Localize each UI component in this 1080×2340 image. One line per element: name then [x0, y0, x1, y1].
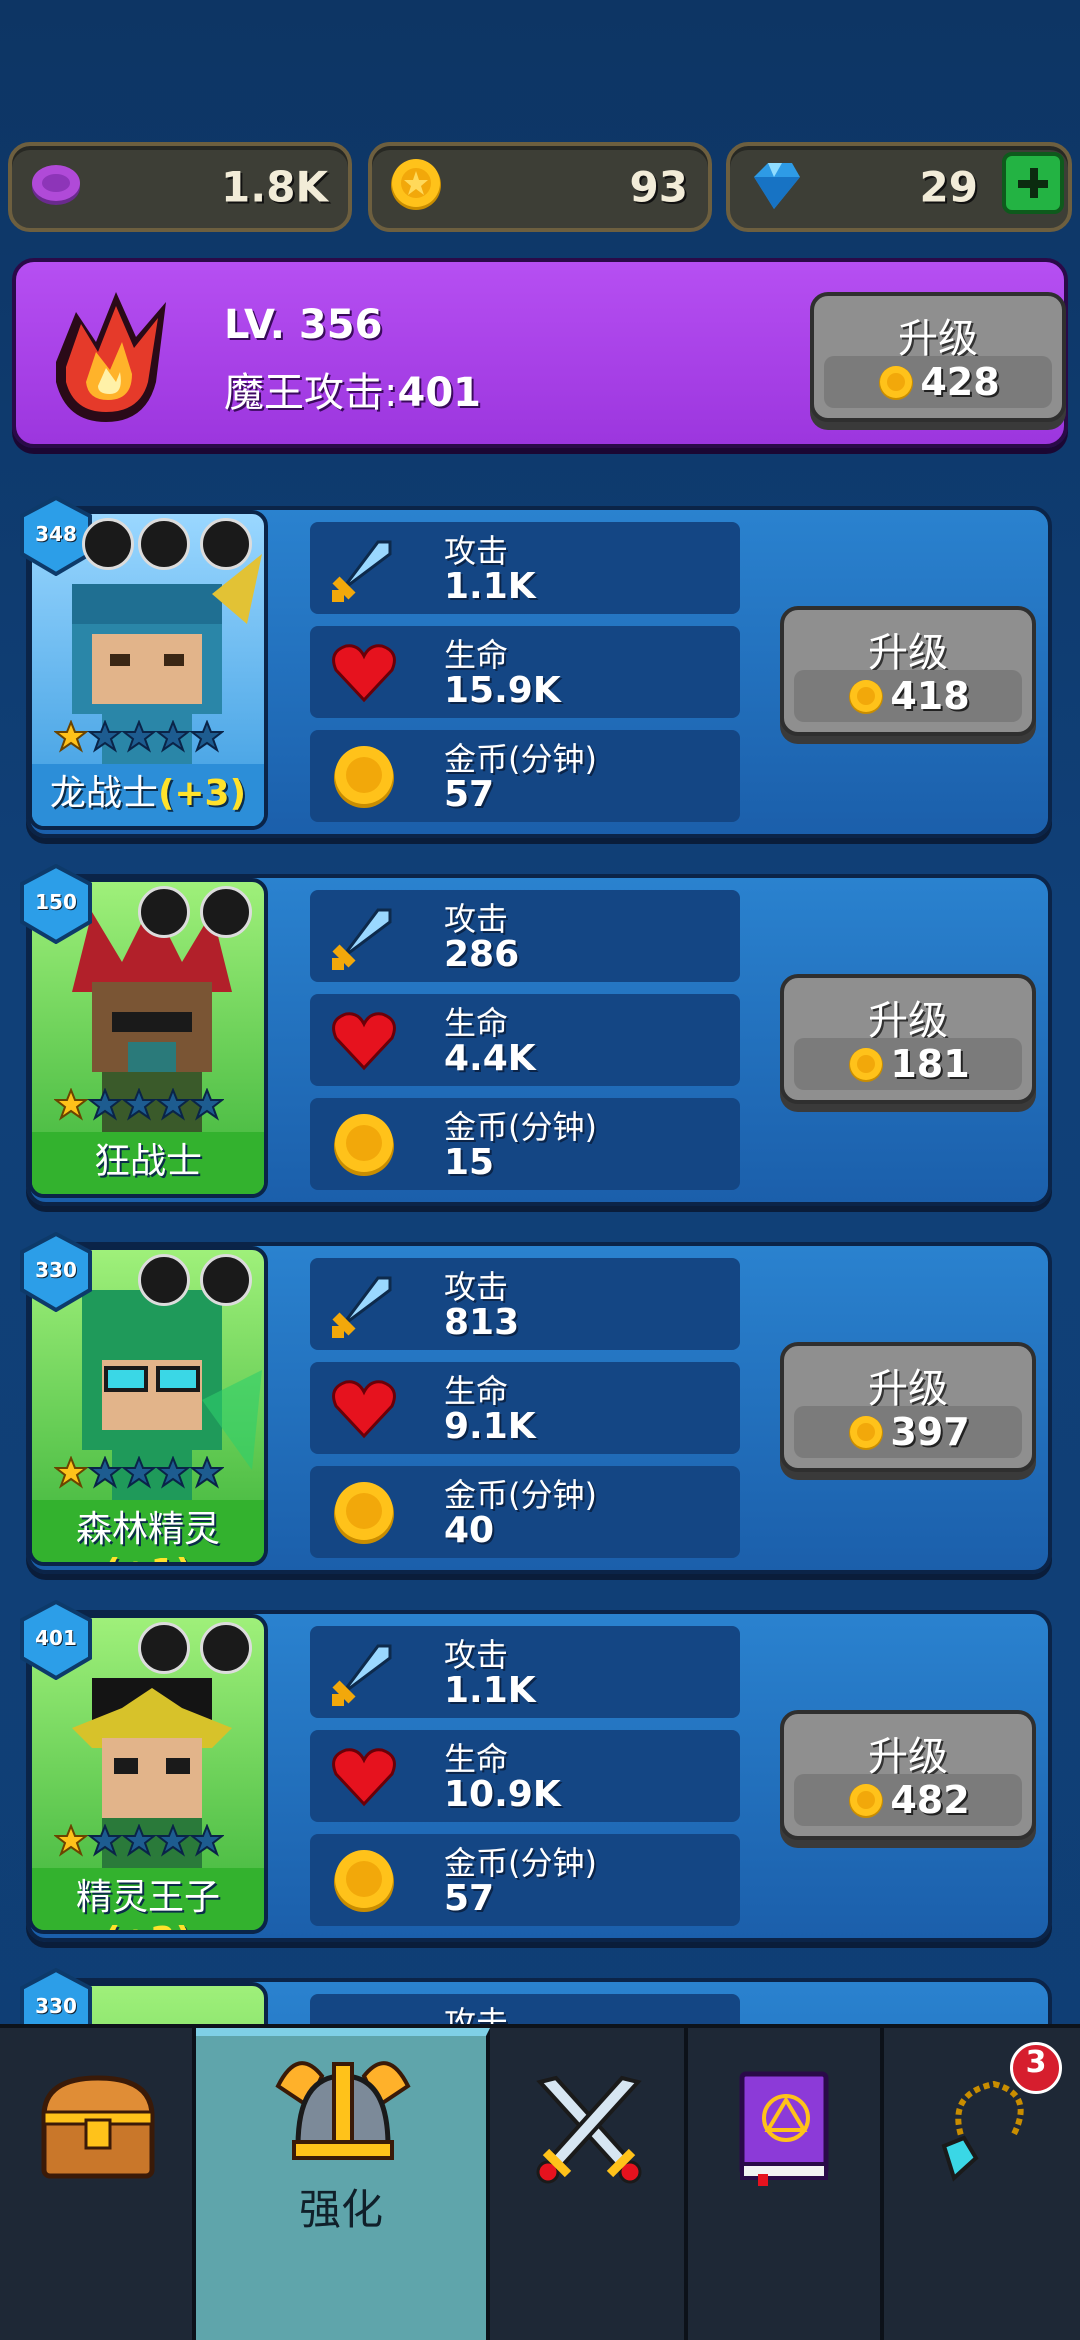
hero-row: 森林精灵(+1) 330 攻击 813 生命 9.1K 金币(分钟) 40 升级… [20, 1231, 1052, 1574]
coin-icon [849, 680, 884, 714]
sword-class-icon [200, 886, 252, 938]
demon-king-attack: 魔王攻击:401 [224, 370, 481, 416]
sword-icon [328, 1268, 400, 1344]
viking-helmet-icon [268, 2046, 418, 2170]
elf-class-icon [138, 1254, 190, 1306]
star-rating [54, 720, 224, 754]
tab-enhance[interactable]: 强化 [196, 2028, 490, 2340]
hp-stat: 生命 10.9K [310, 1730, 740, 1822]
coin-icon [328, 740, 400, 816]
demon-king-level: LV. 356 [224, 302, 383, 348]
sword-icon [328, 900, 400, 976]
tab-codex[interactable] [688, 2028, 884, 2340]
notification-badge: 3 [1010, 2042, 1062, 2094]
hammer-class-icon [200, 1254, 252, 1306]
bottom-nav: 强化 3 [0, 2024, 1080, 2340]
gem-icon [744, 155, 808, 219]
dagger-class-icon [200, 1622, 252, 1674]
gold-per-min-stat: 金币(分钟) 57 [310, 730, 740, 822]
hero-level-badge: 401 [16, 1599, 96, 1681]
crossed-swords-icon [526, 2068, 652, 2192]
coin-icon [328, 1108, 400, 1184]
hero-name: 森林精灵(+1) [32, 1500, 264, 1562]
coin-icon [328, 1844, 400, 1920]
gold-value: 93 [629, 162, 688, 212]
flame-icon [36, 282, 196, 436]
gold-coin-icon [386, 155, 446, 219]
orc-class-icon [138, 886, 190, 938]
heart-icon [328, 636, 400, 712]
elf-class-icon [138, 1622, 190, 1674]
amulet-icon [924, 2074, 1034, 2198]
tab-battle[interactable] [490, 2028, 688, 2340]
coin-icon [849, 1048, 884, 1082]
demon-king-upgrade-button[interactable]: 升级 428 [810, 292, 1066, 422]
heart-icon [328, 1004, 400, 1080]
hero-level-badge: 150 [16, 863, 96, 945]
hero-row: 精灵王子(+2) 401 攻击 1.1K 生命 10.9K 金币(分钟) 57 … [20, 1599, 1052, 1942]
hero-upgrade-button[interactable]: 升级 181 [780, 974, 1036, 1104]
coin-icon [879, 366, 914, 400]
sword-icon [328, 532, 400, 608]
hero-upgrade-button[interactable]: 升级 397 [780, 1342, 1036, 1472]
dragon-class-icon [200, 518, 252, 570]
star-rating [54, 1088, 224, 1122]
tab-enhance-label: 强化 [298, 2185, 383, 2234]
hero-row: 狂战士 150 攻击 286 生命 4.4K 金币(分钟) 15 升级 181 [20, 863, 1052, 1206]
demon-king-banner: LV. 356 魔王攻击:401 升级 428 [12, 258, 1068, 448]
resource-gems: 29 [726, 142, 1072, 232]
hp-stat: 生命 9.1K [310, 1362, 740, 1454]
hp-stat: 生命 15.9K [310, 626, 740, 718]
attack-stat: 攻击 1.1K [310, 1626, 740, 1718]
coin-icon [328, 1476, 400, 1552]
star-rating [54, 1824, 224, 1858]
star-rating [54, 1456, 224, 1490]
hero-name: 精灵王子(+2) [32, 1868, 264, 1930]
resource-purple: 1.8K [8, 142, 352, 232]
sword-icon [328, 1636, 400, 1712]
gems-value: 29 [919, 162, 978, 212]
heart-icon [328, 1372, 400, 1448]
gold-per-min-stat: 金币(分钟) 40 [310, 1466, 740, 1558]
tab-artifacts[interactable]: 3 [884, 2028, 1080, 2340]
hero-level-badge: 330 [16, 1231, 96, 1313]
treasure-chest-icon [38, 2072, 158, 2186]
gold-per-min-stat: 金币(分钟) 15 [310, 1098, 740, 1190]
add-gems-button[interactable] [1002, 152, 1064, 214]
hp-stat: 生命 4.4K [310, 994, 740, 1086]
coin-icon [849, 1416, 884, 1450]
hero-name: 龙战士(+3) [32, 764, 264, 826]
gold-per-min-stat: 金币(分钟) 57 [310, 1834, 740, 1926]
attack-stat: 攻击 286 [310, 890, 740, 982]
hero-upgrade-button[interactable]: 升级 418 [780, 606, 1036, 736]
tab-chest[interactable] [0, 2028, 196, 2340]
attack-stat: 攻击 813 [310, 1258, 740, 1350]
purple-currency-value: 1.8K [221, 162, 328, 212]
helmet-class-icon [82, 518, 134, 570]
attack-stat: 攻击 1.1K [310, 522, 740, 614]
coin-icon [849, 1784, 884, 1818]
sword-class-icon [138, 518, 190, 570]
purple-coin-icon [26, 155, 86, 219]
heart-icon [328, 1740, 400, 1816]
resource-gold: 93 [368, 142, 712, 232]
hero-row: 龙战士(+3) 348 攻击 1.1K 生命 15.9K 金币(分钟) 57 升… [20, 495, 1052, 838]
hero-upgrade-button[interactable]: 升级 482 [780, 1710, 1036, 1840]
hero-name: 狂战士 [32, 1132, 264, 1194]
spellbook-icon [736, 2068, 836, 2190]
